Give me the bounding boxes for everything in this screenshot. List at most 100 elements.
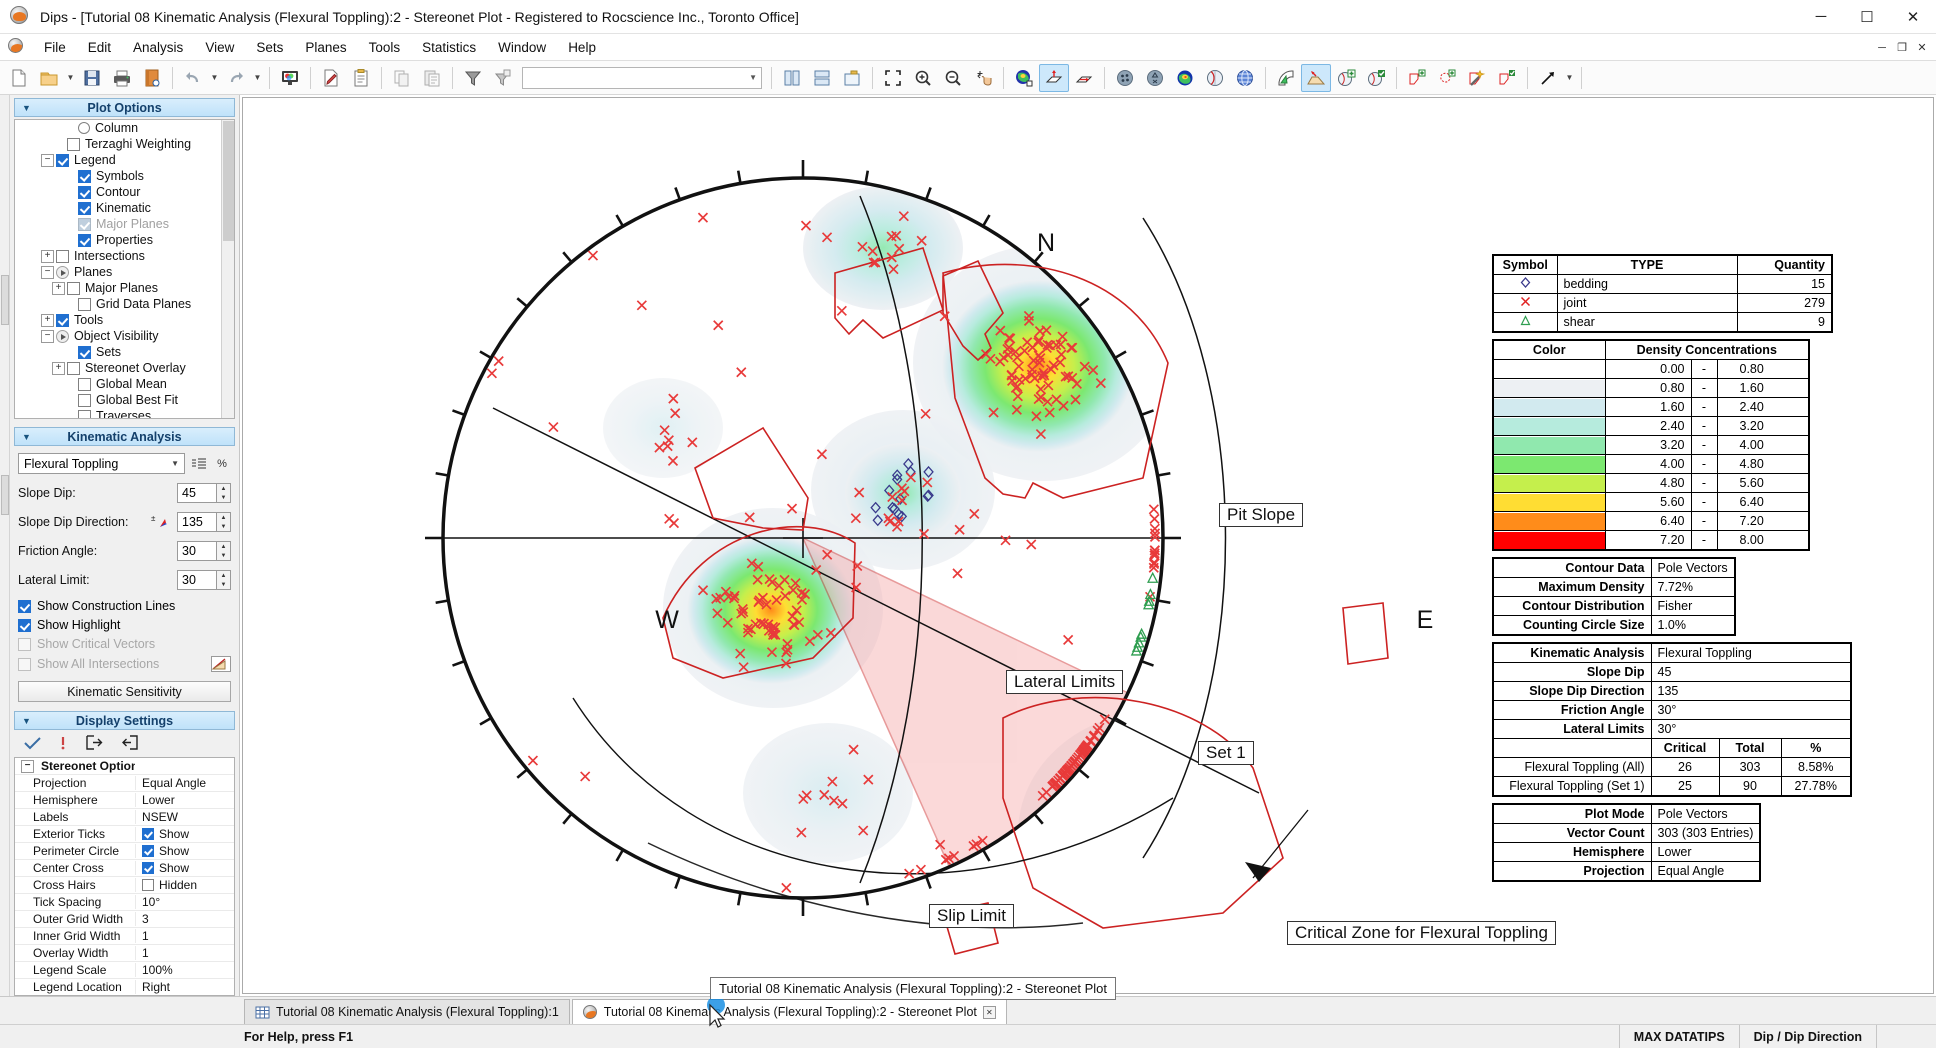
collapse-icon[interactable]: − — [21, 760, 34, 773]
setting-checkbox[interactable] — [142, 879, 154, 891]
clipboard-icon[interactable] — [346, 64, 376, 92]
add-freehand-set-icon[interactable] — [1432, 64, 1462, 92]
edit-properties-icon[interactable] — [316, 64, 346, 92]
tree-scrollbar[interactable] — [221, 120, 234, 418]
setting-value-cell[interactable]: Lower — [135, 793, 234, 807]
undo-icon[interactable] — [178, 64, 208, 92]
collapse-icon[interactable]: − — [41, 154, 54, 167]
add-window-set-icon[interactable] — [1402, 64, 1432, 92]
setting-value-cell[interactable]: NSEW — [135, 810, 234, 824]
show-highlight-checkbox[interactable] — [18, 619, 31, 632]
menu-item-edit[interactable]: Edit — [77, 37, 122, 58]
new-window-icon[interactable] — [837, 64, 867, 92]
setting-row-projection[interactable]: ProjectionEqual Angle — [15, 775, 234, 792]
tree-item-tools[interactable]: +Tools — [15, 312, 234, 328]
setting-checkbox[interactable] — [142, 845, 154, 857]
tree-item-column[interactable]: Column — [15, 120, 234, 136]
zoom-all-icon[interactable] — [878, 64, 908, 92]
expand-icon[interactable]: + — [41, 250, 54, 263]
setting-checkbox[interactable] — [142, 828, 154, 840]
setting-value-cell[interactable]: 1 — [135, 929, 234, 943]
setting-row-perimeter-circle[interactable]: Perimeter CircleShow — [15, 843, 234, 860]
tree-checkbox[interactable] — [78, 346, 91, 359]
setting-row-cross-hairs[interactable]: Cross HairsHidden — [15, 877, 234, 894]
contour-plot-icon[interactable] — [1170, 64, 1200, 92]
expand-icon[interactable]: + — [52, 282, 65, 295]
tree-item-traverses[interactable]: Traverses — [15, 408, 234, 419]
document-tab-2[interactable]: Tutorial 08 Kinematic Analysis (Flexural… — [572, 999, 1007, 1024]
scatter-plot-icon[interactable] — [1110, 64, 1140, 92]
show-highlight-row[interactable]: Show Highlight — [18, 618, 231, 632]
document-tab-1[interactable]: Tutorial 08 Kinematic Analysis (Flexural… — [244, 999, 570, 1024]
setting-value-cell[interactable]: 3 — [135, 912, 234, 926]
setting-value-cell[interactable]: 10° — [135, 895, 234, 909]
lateral-limit-stepper[interactable]: ▲▼ — [217, 570, 231, 590]
tree-checkbox[interactable] — [78, 298, 91, 311]
tree-item-kinematic[interactable]: Kinematic — [15, 200, 234, 216]
setting-row-legend-location[interactable]: Legend LocationRight — [15, 979, 234, 996]
friction-angle-input[interactable]: 30 — [177, 541, 217, 561]
copy-icon[interactable] — [387, 64, 417, 92]
maximize-button[interactable]: ☐ — [1844, 0, 1890, 34]
import-settings-icon[interactable] — [121, 735, 139, 754]
rosette-plot-icon[interactable] — [1140, 64, 1170, 92]
tree-checkbox[interactable] — [78, 410, 91, 420]
status-datatips[interactable]: MAX DATATIPS — [1619, 1025, 1739, 1048]
menu-item-statistics[interactable]: Statistics — [411, 37, 487, 58]
tree-item-grid-data-planes[interactable]: Grid Data Planes — [15, 296, 234, 312]
tree-checkbox[interactable] — [56, 154, 69, 167]
kinematic-sensitivity-button[interactable]: Kinematic Sensitivity — [18, 681, 231, 702]
menu-item-analysis[interactable]: Analysis — [122, 37, 194, 58]
kinematic-analysis-icon[interactable] — [1301, 64, 1331, 92]
menu-item-tools[interactable]: Tools — [358, 37, 412, 58]
tree-checkbox[interactable] — [78, 234, 91, 247]
close-button[interactable]: ✕ — [1890, 0, 1936, 34]
plot-options-tree[interactable]: ColumnTerzaghi Weighting−LegendSymbolsCo… — [14, 119, 235, 419]
setting-row-labels[interactable]: LabelsNSEW — [15, 809, 234, 826]
expand-icon[interactable]: + — [41, 314, 54, 327]
tree-checkbox[interactable] — [78, 394, 91, 407]
display-options-icon[interactable] — [275, 64, 305, 92]
sensitivity-preview-icon[interactable] — [211, 656, 231, 672]
apply-icon[interactable] — [24, 736, 41, 754]
slope-dip-input[interactable]: 45 — [177, 483, 217, 503]
tree-checkbox[interactable] — [67, 362, 80, 375]
plot-options-header[interactable]: ▼ Plot Options — [14, 98, 235, 117]
tree-item-planes[interactable]: −Planes — [15, 264, 234, 280]
setting-value-cell[interactable]: Show — [135, 827, 234, 841]
tree-item-sets[interactable]: Sets — [15, 344, 234, 360]
tree-checkbox[interactable] — [56, 250, 69, 263]
collapse-icon[interactable]: − — [41, 330, 54, 343]
report-icon[interactable] — [137, 64, 167, 92]
auto-set-icon[interactable] — [1462, 64, 1492, 92]
tree-checkbox[interactable] — [67, 138, 80, 151]
tree-item-terzaghi-weighting[interactable]: Terzaghi Weighting — [15, 136, 234, 152]
display-settings-header[interactable]: ▼ Display Settings — [14, 711, 235, 730]
rosette-icon[interactable] — [1271, 64, 1301, 92]
tree-item-contour[interactable]: Contour — [15, 184, 234, 200]
menu-item-planes[interactable]: Planes — [294, 37, 357, 58]
new-file-icon[interactable] — [4, 64, 34, 92]
setting-value-cell[interactable]: Equal Angle — [135, 776, 234, 790]
arrow-tool-dropdown-icon[interactable]: ▼ — [1563, 64, 1576, 92]
stereonet-options-grid[interactable]: −Stereonet OptionsProjectionEqual AngleH… — [14, 757, 235, 996]
open-folder-dropdown-icon[interactable]: ▼ — [64, 64, 77, 92]
tree-item-properties[interactable]: Properties — [15, 232, 234, 248]
slope-dip-stepper[interactable]: ▲▼ — [217, 483, 231, 503]
paste-icon[interactable] — [417, 64, 447, 92]
analysis-type-select[interactable]: Flexural Toppling ▼ — [18, 453, 185, 474]
tree-checkbox[interactable] — [78, 218, 91, 231]
filter-icon[interactable] — [458, 64, 488, 92]
setting-row-legend-scale[interactable]: Legend Scale100% — [15, 962, 234, 979]
menu-item-help[interactable]: Help — [557, 37, 607, 58]
setting-row-inner-grid-width[interactable]: Inner Grid Width1 — [15, 928, 234, 945]
mdi-restore-button[interactable]: ❐ — [1892, 41, 1912, 54]
dock-tab-1[interactable] — [1, 275, 9, 325]
tree-checkbox[interactable] — [78, 186, 91, 199]
setting-row-overlay-width[interactable]: Overlay Width1 — [15, 945, 234, 962]
stereonet-plot-icon[interactable] — [1200, 64, 1230, 92]
analysis-list-icon[interactable] — [190, 455, 208, 473]
setting-value-cell[interactable]: 1 — [135, 946, 234, 960]
arrow-tool-icon[interactable] — [1533, 64, 1563, 92]
setting-value-cell[interactable]: Show — [135, 861, 234, 875]
